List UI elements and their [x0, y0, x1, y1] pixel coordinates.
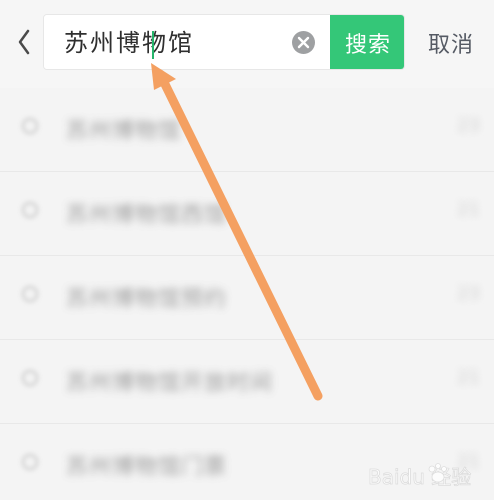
- suggestion-meta: 23: [457, 283, 480, 304]
- search-input[interactable]: 苏州博物馆: [44, 15, 330, 69]
- search-page: 苏州博物馆 搜索 取消 苏州博物馆 23 苏州博物馆西馆 21 苏州博物馆预约 …: [0, 0, 494, 500]
- clear-icon: [297, 36, 310, 49]
- suggestion-item[interactable]: 苏州博物馆门票 21: [0, 424, 494, 500]
- history-icon: [21, 201, 39, 219]
- cancel-button[interactable]: 取消: [428, 27, 474, 59]
- history-icon: [21, 369, 39, 387]
- back-button[interactable]: [8, 24, 40, 60]
- suggestion-label: 苏州博物馆开放时间: [66, 371, 274, 396]
- back-icon: [18, 29, 30, 55]
- search-header: 苏州博物馆 搜索 取消: [0, 0, 494, 88]
- search-button[interactable]: 搜索: [330, 15, 404, 69]
- suggestion-label: 苏州博物馆预约: [66, 287, 228, 312]
- suggestion-item[interactable]: 苏州博物馆预约 23: [0, 256, 494, 340]
- search-query-text: 苏州博物馆: [64, 29, 194, 57]
- search-bar: 苏州博物馆 搜索: [43, 14, 405, 70]
- suggestion-label: 苏州博物馆门票: [66, 455, 228, 480]
- clear-button[interactable]: [292, 31, 315, 54]
- suggestion-meta: 23: [457, 115, 480, 136]
- suggestion-meta: 21: [457, 451, 480, 472]
- suggestion-label: 苏州博物馆: [66, 119, 182, 144]
- suggestion-item[interactable]: 苏州博物馆 23: [0, 88, 494, 172]
- suggestion-label: 苏州博物馆西馆: [66, 203, 228, 228]
- suggestion-item[interactable]: 苏州博物馆开放时间 21: [0, 340, 494, 424]
- history-icon: [21, 117, 39, 135]
- suggestion-list: 苏州博物馆 23 苏州博物馆西馆 21 苏州博物馆预约 23 苏州博物馆开放时间…: [0, 88, 494, 500]
- history-icon: [21, 453, 39, 471]
- history-icon: [21, 285, 39, 303]
- suggestion-meta: 21: [457, 199, 480, 220]
- text-caret: [152, 31, 154, 59]
- suggestion-item[interactable]: 苏州博物馆西馆 21: [0, 172, 494, 256]
- suggestion-meta: 21: [457, 367, 480, 388]
